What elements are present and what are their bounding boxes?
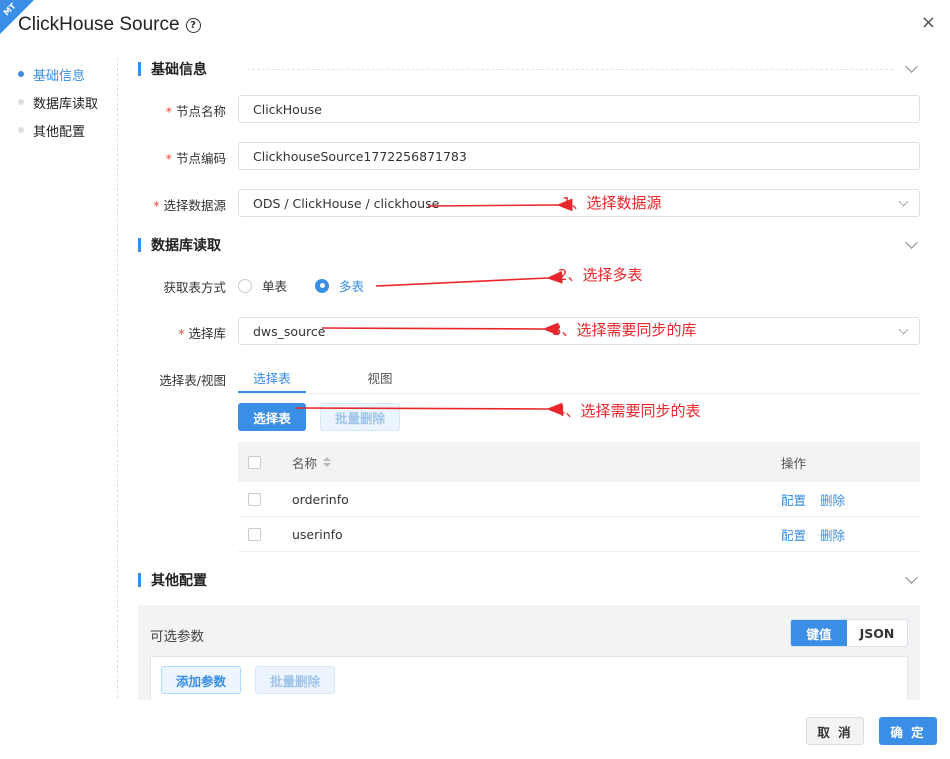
select-all-checkbox[interactable]	[248, 455, 261, 469]
node-name-label: * 节点名称	[165, 104, 226, 119]
ok-button[interactable]: 确 定	[879, 717, 937, 745]
row-checkbox[interactable]	[248, 492, 261, 506]
nav-item-label: 基础信息	[33, 68, 86, 84]
delete-link[interactable]: 删除	[820, 525, 845, 544]
fetch-mode-radio-group: 单表 多表	[238, 276, 392, 295]
section-divider	[247, 68, 893, 70]
batch-delete-button[interactable]: 批量删除	[320, 403, 400, 431]
params-title: 可选参数	[150, 629, 204, 645]
radio-circle	[315, 278, 330, 293]
section-db-read: 数据库读取	[138, 234, 920, 256]
radio-label: 单表	[262, 279, 288, 294]
config-link[interactable]: 配置	[781, 525, 806, 544]
params-body: 添加参数 批量删除	[150, 656, 908, 700]
chevron-down-icon	[898, 196, 909, 207]
nav-dot-icon	[18, 71, 24, 77]
table-row: userinfo 配置 删除	[238, 517, 920, 552]
mode-json-button[interactable]: JSON	[847, 620, 907, 646]
row-name: userinfo	[292, 526, 343, 542]
database-label: * 选择库	[178, 326, 226, 341]
section-bar	[138, 62, 141, 76]
row-name: orderinfo	[292, 491, 349, 507]
col-ops-header: 操作	[781, 455, 807, 471]
annotation-4: 4、选择需要同步的表	[556, 402, 701, 420]
section-other: 其他配置	[138, 569, 920, 591]
nav-item-basic[interactable]: 基础信息	[18, 60, 118, 88]
sort-icon[interactable]	[323, 457, 332, 467]
table-view-label: 选择表/视图	[159, 373, 226, 388]
datasource-label: * 选择数据源	[153, 198, 226, 213]
section-bar	[138, 238, 141, 252]
cancel-button[interactable]: 取 消	[806, 717, 864, 745]
annotation-2: 2、选择多表	[558, 266, 643, 284]
table-view-tabs: 选择表 视图	[238, 366, 920, 394]
chevron-down-icon[interactable]	[905, 571, 918, 584]
annotation-1: 1、选择数据源	[562, 194, 662, 212]
nav-item-label: 其他配置	[33, 124, 86, 140]
params-batch-delete-button[interactable]: 批量删除	[255, 666, 335, 694]
tab-view[interactable]: 视图	[346, 366, 414, 393]
section-basic: 基础信息	[138, 58, 920, 80]
chevron-down-icon	[898, 324, 909, 335]
radio-circle	[238, 278, 252, 293]
chevron-down-icon[interactable]	[905, 60, 918, 73]
tab-select-table[interactable]: 选择表	[238, 366, 306, 393]
radio-label: 多表	[339, 279, 365, 294]
section-title: 其他配置	[151, 573, 207, 589]
section-title: 基础信息	[151, 62, 207, 78]
radio-multi-table[interactable]: 多表	[315, 276, 364, 295]
optional-params-panel: 可选参数 键值 JSON 添加参数 批量删除	[138, 605, 920, 700]
dialog-header: ClickHouse Source ?	[18, 12, 201, 38]
annotation-3: 3、选择需要同步的库	[552, 321, 697, 339]
table-header: 名称 操作	[238, 442, 920, 482]
col-name-header: 名称	[292, 453, 781, 472]
node-code-input[interactable]: ClickhouseSource1772256871783	[238, 142, 920, 170]
config-link[interactable]: 配置	[781, 490, 806, 509]
nav-item-db-read[interactable]: 数据库读取	[18, 88, 118, 116]
nav-item-other[interactable]: 其他配置	[18, 116, 118, 144]
add-param-button[interactable]: 添加参数	[161, 666, 241, 694]
table-row: orderinfo 配置 删除	[238, 482, 920, 517]
datasource-value: ODS / ClickHouse / clickhouse	[253, 195, 440, 211]
nav-item-label: 数据库读取	[33, 96, 99, 112]
dialog-title: ClickHouse Source	[18, 14, 180, 35]
section-title: 数据库读取	[151, 238, 221, 254]
side-divider	[117, 58, 118, 698]
nav-dot-icon	[18, 127, 24, 133]
help-icon[interactable]: ?	[185, 17, 201, 33]
node-name-input[interactable]: ClickHouse	[238, 95, 920, 123]
fetch-mode-label: 获取表方式	[163, 280, 226, 295]
mode-keyvalue-button[interactable]: 键值	[791, 620, 847, 646]
section-divider	[247, 580, 893, 581]
chevron-down-icon[interactable]	[905, 236, 918, 249]
tables-table: 名称 操作 orderinfo 配置 删除 userinfo 配置 删除	[238, 442, 920, 552]
side-nav: 基础信息 数据库读取 其他配置	[18, 60, 118, 144]
section-bar	[138, 573, 141, 587]
radio-single-table[interactable]: 单表	[238, 276, 287, 295]
select-table-button[interactable]: 选择表	[238, 403, 306, 431]
nav-dot-icon	[18, 99, 24, 105]
node-code-label: * 节点编码	[165, 151, 226, 166]
arrow-2	[375, 270, 563, 287]
database-value: dws_source	[253, 323, 326, 339]
close-icon[interactable]: ×	[921, 14, 936, 32]
params-mode-toggle: 键值 JSON	[790, 619, 908, 647]
row-checkbox[interactable]	[248, 527, 261, 541]
section-divider	[261, 245, 893, 246]
delete-link[interactable]: 删除	[820, 490, 845, 509]
